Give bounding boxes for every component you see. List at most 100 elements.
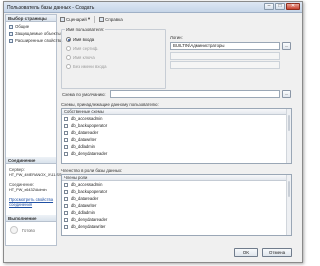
radio-dot (66, 37, 71, 42)
default-schema-field[interactable] (110, 90, 280, 98)
list-item[interactable]: db_backupoperator (62, 122, 291, 129)
radio-key-label: Имя ключа (73, 55, 95, 60)
role-members-title: Членство в роли базы данных: (61, 168, 123, 173)
connection-value: HT_PW_x6432\Admin (9, 188, 47, 192)
list-item-label: db_datawriter (71, 137, 97, 142)
owned-schemas-title: Схемы, принадлежащие данному пользовател… (61, 102, 159, 107)
radio-dot (66, 55, 71, 60)
page-securables-label: Защищаемые объекты (15, 31, 61, 36)
checkbox[interactable] (64, 151, 68, 156)
list-item[interactable]: db_datareader (62, 129, 291, 136)
radio-certificate[interactable]: Имя сертиф. (66, 46, 99, 51)
login-browse-button[interactable]: ... (282, 42, 291, 50)
progress-header: Выполнение (6, 215, 56, 222)
chevron-down-icon: ▾ (87, 16, 91, 21)
connection-header: Соединение (6, 157, 56, 164)
checkbox[interactable] (64, 123, 68, 128)
view-connection-properties-link[interactable]: Просмотреть свойства соединения (9, 197, 55, 207)
default-schema-label: Схема по умолчанию: (62, 92, 106, 97)
window-controls: – □ ✕ (264, 3, 300, 10)
ok-button[interactable]: OK (234, 248, 258, 257)
checkbox[interactable] (64, 217, 68, 222)
script-label: Сценарий (66, 16, 87, 22)
role-members-scrollbar[interactable] (286, 175, 291, 235)
list-item-label: db_datareader (71, 130, 99, 135)
list-item[interactable]: db_accessadmin (62, 181, 291, 188)
list-item[interactable]: db_ddladmin (62, 143, 291, 150)
title-bar: Пользователь базы данных - Создать – □ ✕ (4, 2, 302, 13)
server-value: HT_PW_4MERANOX_X\11.SS (9, 173, 62, 177)
cancel-button[interactable]: Отмена (262, 248, 292, 257)
list-item-label: db_accessadmin (71, 182, 103, 187)
script-icon (60, 16, 65, 22)
window-title: Пользователь базы данных - Создать (7, 5, 95, 11)
list-item-label: db_datawriter (71, 203, 97, 208)
page-icon (9, 38, 13, 43)
user-type-group-title: Имя пользователя: (65, 27, 105, 32)
page-extended-properties[interactable]: Расширенные свойства (9, 38, 62, 43)
radio-dot (66, 64, 71, 69)
checkbox[interactable] (64, 189, 68, 194)
list-item[interactable]: db_backupoperator (62, 188, 291, 195)
list-item-label: db_backupoperator (71, 189, 108, 194)
progress-icon (10, 226, 18, 234)
checkbox[interactable] (64, 196, 68, 201)
login-field[interactable]: BUILTIN\Администраторы (170, 42, 280, 50)
checkbox[interactable] (64, 116, 68, 121)
close-button[interactable]: ✕ (286, 3, 300, 10)
maximize-button[interactable]: □ (275, 3, 285, 10)
radio-login-name-label: Имя входа (73, 37, 95, 42)
page-general-label: Общие (15, 24, 30, 29)
checkbox[interactable] (64, 130, 68, 135)
toolbar-divider (94, 15, 96, 23)
left-pane: Выбор страницы Общие Защищаемые объекты … (5, 14, 62, 246)
checkbox[interactable] (64, 144, 68, 149)
minimize-button[interactable]: – (264, 3, 274, 10)
list-item-label: db_accessadmin (71, 116, 103, 121)
list-item[interactable]: db_datawriter (62, 136, 291, 143)
list-item-label: db_denydatawriter (71, 224, 106, 229)
radio-without-login[interactable]: Без имени входа (66, 64, 107, 69)
login-label: Логин: (170, 35, 183, 40)
role-members-list: Члены роли db_accessadmin db_backupopera… (61, 174, 292, 236)
list-item[interactable]: db_accessadmin (62, 115, 291, 122)
list-item[interactable]: db_datareader (62, 195, 291, 202)
connection-label: Соединение: (9, 182, 35, 187)
radio-certificate-label: Имя сертиф. (73, 46, 99, 51)
owned-schemas-scrollbar[interactable] (286, 109, 291, 163)
page-extended-label: Расширенные свойства (15, 38, 63, 43)
scrollbar-thumb[interactable] (288, 115, 290, 131)
list-item[interactable]: db_denydatareader (62, 216, 291, 223)
toolbar: Сценарий ▾ Справка (60, 15, 123, 23)
progress-status: Готово (22, 228, 35, 233)
server-label: Сервер: (9, 167, 25, 172)
certificate-field[interactable] (170, 52, 280, 60)
checkbox[interactable] (64, 203, 68, 208)
page-icon (9, 31, 13, 36)
list-item[interactable]: db_denydatawriter (62, 223, 291, 230)
list-item[interactable]: db_denydatareader (62, 150, 291, 157)
scrollbar-thumb[interactable] (288, 181, 290, 197)
list-item[interactable]: db_ddladmin (62, 209, 291, 216)
list-item-label: db_ddladmin (71, 144, 95, 149)
list-item-label: db_denydatareader (71, 151, 108, 156)
key-field[interactable] (170, 61, 280, 69)
page-icon (9, 24, 13, 29)
checkbox[interactable] (64, 182, 68, 187)
list-item-label: db_ddladmin (71, 210, 95, 215)
radio-without-login-label: Без имени входа (73, 64, 107, 69)
script-button[interactable]: Сценарий ▾ (60, 16, 90, 22)
list-item-label: db_datareader (71, 196, 99, 201)
list-item[interactable]: db_datawriter (62, 202, 291, 209)
page-general[interactable]: Общие (9, 24, 29, 29)
default-schema-browse-button[interactable]: ... (282, 90, 291, 98)
checkbox[interactable] (64, 210, 68, 215)
checkbox[interactable] (64, 137, 68, 142)
radio-key[interactable]: Имя ключа (66, 55, 95, 60)
page-securables[interactable]: Защищаемые объекты (9, 31, 61, 36)
owned-schemas-list: Собственные схемы db_accessadmin db_back… (61, 108, 292, 164)
radio-login-name[interactable]: Имя входа (66, 37, 94, 42)
checkbox[interactable] (64, 224, 68, 229)
help-button[interactable]: Справка (99, 16, 123, 22)
help-label: Справка (105, 16, 123, 22)
